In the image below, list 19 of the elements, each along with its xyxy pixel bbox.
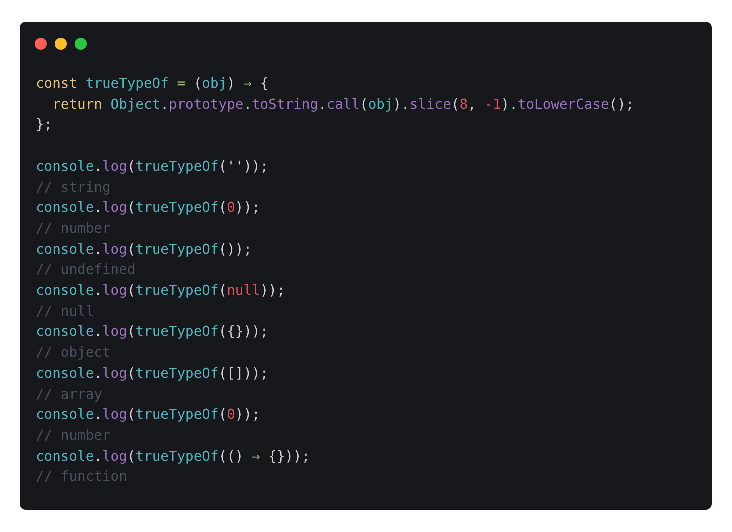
code-line: // string: [36, 178, 111, 198]
code-line: console.log(trueTypeOf(''));: [36, 158, 269, 177]
code-line: // null: [36, 302, 94, 322]
code-line: console.log(trueTypeOf());: [36, 240, 252, 260]
code-line: };: [36, 116, 53, 136]
code-line: console.log(trueTypeOf([]));: [36, 364, 269, 384]
code-line: // number: [36, 426, 111, 446]
code-line: return Object.prototype.toString.call(obj).slice(8, -1).toLowerCase();: [52, 96, 634, 115]
code-line: // function: [36, 468, 128, 488]
code-line: console.log(trueTypeOf({}));: [36, 323, 269, 342]
code-line: // object: [36, 344, 111, 364]
code-line: console.log(trueTypeOf(() ⇒ {}));: [36, 448, 310, 467]
code-line: console.log(trueTypeOf(0));: [36, 199, 260, 218]
code-line: console.log(trueTypeOf(0));: [36, 406, 260, 426]
code-line: const trueTypeOf = (obj) ⇒ {: [36, 75, 269, 94]
code-line: // number: [36, 220, 111, 239]
code-line: console.log(trueTypeOf(null));: [36, 282, 286, 302]
code-line: // array: [36, 386, 102, 405]
code-line: // undefined: [36, 261, 136, 280]
